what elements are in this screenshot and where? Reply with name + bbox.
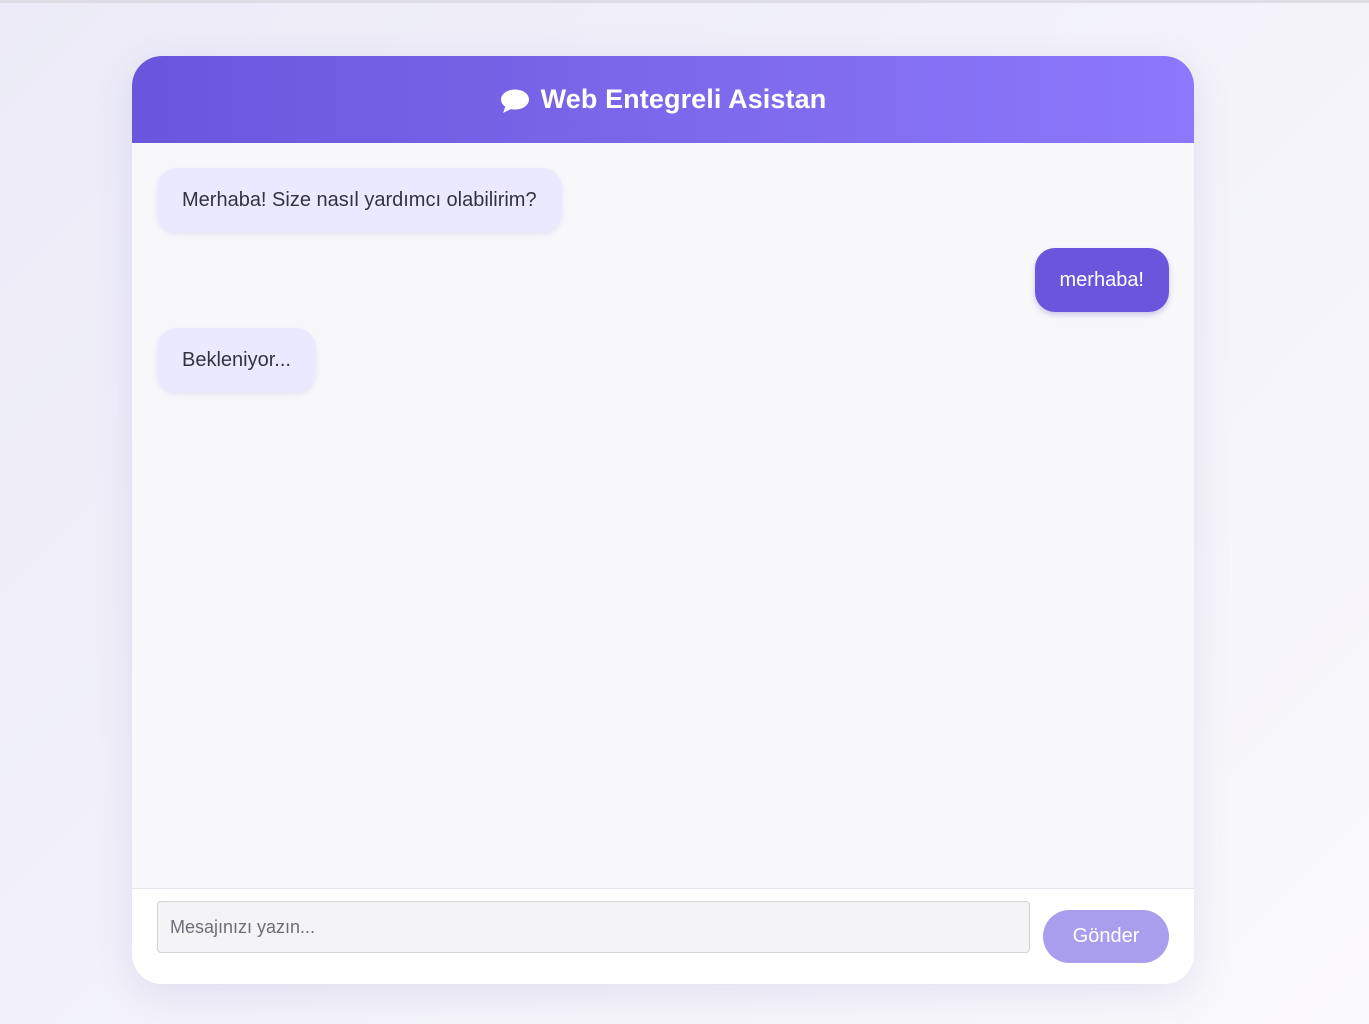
browser-top-border <box>0 0 1369 3</box>
send-button[interactable]: Gönder <box>1043 910 1169 963</box>
message-input[interactable] <box>157 901 1030 953</box>
message-list: Merhaba! Size nasıl yardımcı olabilirim?… <box>132 143 1194 888</box>
bot-message: Merhaba! Size nasıl yardımcı olabilirim? <box>157 168 562 232</box>
bot-message-pending: Bekleniyor... <box>157 328 316 392</box>
speech-bubble-icon <box>500 89 529 113</box>
user-message: merhaba! <box>1034 248 1169 312</box>
message-composer: Gönder <box>132 888 1194 984</box>
chat-header: Web Entegreli Asistan <box>132 56 1194 143</box>
chat-title: Web Entegreli Asistan <box>540 84 827 114</box>
chat-window: Web Entegreli Asistan Merhaba! Size nası… <box>132 56 1194 984</box>
